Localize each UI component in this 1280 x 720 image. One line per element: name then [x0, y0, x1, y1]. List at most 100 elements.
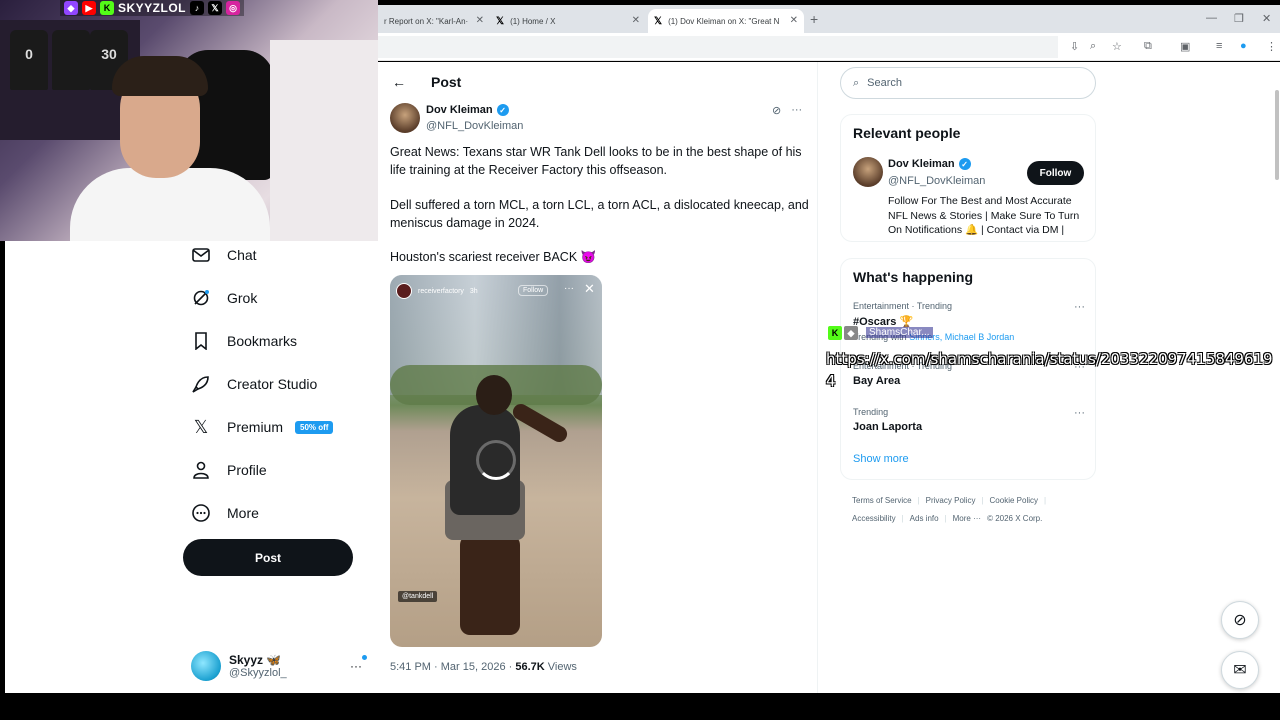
sidebar-icon[interactable]: ▣ [1180, 40, 1190, 53]
star-icon[interactable]: ☆ [1112, 40, 1122, 53]
nav-item-more[interactable]: More [191, 503, 259, 523]
account-name: Skyyz 🦋 [229, 653, 282, 667]
person-name[interactable]: Dov Kleiman ✓ [888, 158, 971, 170]
video-tag: @tankdell [398, 591, 438, 602]
browser-tabstrip: r Report on X: "Karl-An· ✕ 𝕏 (1) Home / … [378, 5, 1280, 33]
x-icon: 𝕏 [208, 1, 223, 15]
tab-title: (1) Home / X [510, 16, 556, 26]
main-column: ← Post Dov Kleiman ✓ @NFL_DovKleiman ⊘ ·… [378, 62, 818, 693]
premium-badge: 50% off [295, 420, 334, 434]
more-icon[interactable]: ··· [791, 104, 802, 117]
account-switcher[interactable]: Skyyz 🦋 @Skyyzlol_ [191, 651, 287, 681]
tiktok-icon: ♪ [190, 1, 205, 15]
loading-spinner-icon [476, 440, 516, 480]
minimize-icon[interactable]: — [1206, 12, 1217, 24]
chat-badges: K ◆ [828, 326, 858, 340]
address-bar[interactable] [378, 36, 1058, 58]
relevant-people-card: Relevant people Dov Kleiman ✓ @NFL_DovKl… [840, 114, 1096, 242]
grok-float-button[interactable]: ⊘ [1221, 601, 1259, 639]
post-video[interactable]: receiverfactory 3h Follow ··· ✕ @tankdel… [390, 275, 602, 647]
person-handle[interactable]: @NFL_DovKleiman [888, 175, 985, 187]
copyright: © 2026 X Corp. [987, 514, 1043, 523]
trend-name: Joan Laporta [853, 421, 923, 433]
footer-link[interactable]: Accessibility [852, 514, 896, 523]
media-icon[interactable]: ≡ [1216, 40, 1222, 52]
tab-title: (1) Dov Kleiman on X: "Great N [668, 16, 780, 26]
footer-link[interactable]: Cookie Policy [990, 496, 1038, 505]
footer-link[interactable]: More ··· [953, 514, 981, 523]
avatar [191, 651, 221, 681]
chat-username: ShamsChar... [866, 327, 933, 338]
new-tab-button[interactable]: + [810, 11, 818, 27]
trend-item[interactable]: Trending Joan Laporta ··· [853, 407, 1085, 433]
back-arrow-icon[interactable]: ← [392, 74, 406, 90]
footer-links: Accessibility | Ads info | More ··· © 2026… [852, 514, 1043, 523]
grok-icon[interactable]: ⊘ [772, 104, 781, 117]
show-more-link[interactable]: Show more [853, 453, 909, 465]
profile-icon[interactable]: ● [1240, 40, 1247, 52]
more-icon[interactable]: ··· [1074, 407, 1085, 419]
search-icon: ⌕ [853, 76, 860, 89]
close-icon[interactable]: ✕ [632, 15, 640, 26]
messages-float-button[interactable]: ✉ [1221, 651, 1259, 689]
nav-item-grok[interactable]: Grok [191, 288, 257, 308]
jersey: 0 [10, 30, 48, 90]
streamer-shirt [70, 168, 270, 241]
nav-label: Profile [227, 462, 267, 478]
more-icon[interactable]: ··· [1074, 301, 1085, 313]
post-timestamp[interactable]: 5:41 PM · Mar 15, 2026 · [390, 661, 512, 673]
zoom-icon[interactable]: ⌕ [1090, 40, 1096, 53]
video-follow-button: Follow [518, 285, 549, 296]
author-handle[interactable]: @NFL_DovKleiman [426, 120, 523, 132]
grok-icon: ⊘ [1233, 612, 1247, 629]
restore-icon[interactable]: ❐ [1234, 12, 1244, 25]
browser-tab-active[interactable]: 𝕏 (1) Dov Kleiman on X: "Great N ✕ [648, 9, 804, 33]
install-icon[interactable]: ⇩ [1070, 40, 1079, 53]
kick-icon: K [828, 326, 842, 340]
nav-item-creator-studio[interactable]: Creator Studio [191, 374, 317, 394]
twitch-icon: ◆ [64, 1, 78, 15]
nav-label: Creator Studio [227, 376, 318, 392]
close-icon[interactable]: ✕ [790, 15, 798, 26]
kick-icon: K [100, 1, 114, 15]
nav-item-bookmarks[interactable]: Bookmarks [191, 331, 297, 351]
x-logo-icon: 𝕏 [496, 15, 505, 27]
author-name[interactable]: Dov Kleiman ✓ [426, 104, 509, 116]
post-button[interactable]: Post [183, 539, 353, 576]
footer-link[interactable]: Ads info [910, 514, 939, 523]
mail-icon [191, 245, 211, 265]
search-input[interactable]: ⌕ Search [840, 67, 1096, 99]
bed [270, 40, 378, 241]
x-logo-icon: 𝕏 [193, 416, 209, 437]
nav-item-chat[interactable]: Chat [191, 245, 257, 265]
close-icon[interactable]: ✕ [476, 15, 484, 26]
browser-tab[interactable]: 𝕏 (1) Home / X ✕ [490, 9, 646, 33]
footer-links: Terms of Service | Privacy Policy | Cookie… [852, 496, 1047, 505]
browser-tab[interactable]: r Report on X: "Karl-An· ✕ [378, 9, 490, 33]
verified-icon: ✓ [496, 104, 509, 116]
account-more-icon[interactable]: ··· [350, 659, 362, 673]
person-name-text: Dov Kleiman [888, 158, 955, 170]
nav-item-profile[interactable]: Profile [191, 460, 267, 480]
footer-link[interactable]: Privacy Policy [926, 496, 976, 505]
card-title: Relevant people [853, 125, 961, 141]
post-meta: 5:41 PM · Mar 15, 2026 · 56.7K Views [390, 661, 577, 673]
card-title: What's happening [853, 269, 973, 285]
avatar[interactable] [853, 157, 883, 187]
athlete [476, 375, 512, 415]
follow-button[interactable]: Follow [1027, 161, 1084, 185]
close-window-icon[interactable]: ✕ [1262, 12, 1271, 25]
scrollbar[interactable] [1275, 90, 1279, 180]
extensions-icon[interactable]: ⧉ [1144, 40, 1152, 53]
grok-icon [191, 288, 211, 308]
menu-icon[interactable]: ⋮ [1266, 40, 1277, 53]
mail-icon: ✉ [1233, 662, 1247, 679]
close-icon[interactable]: ✕ [584, 281, 595, 297]
bookmark-icon [191, 331, 211, 351]
author-avatar[interactable] [390, 103, 420, 133]
nav-item-premium[interactable]: 𝕏 Premium 50% off [191, 416, 334, 437]
streamer-hair [112, 56, 208, 96]
footer-link[interactable]: Terms of Service [852, 496, 912, 505]
tab-title: r Report on X: "Karl-An· [384, 16, 469, 26]
post-actions: ⊘ ··· [772, 104, 802, 117]
